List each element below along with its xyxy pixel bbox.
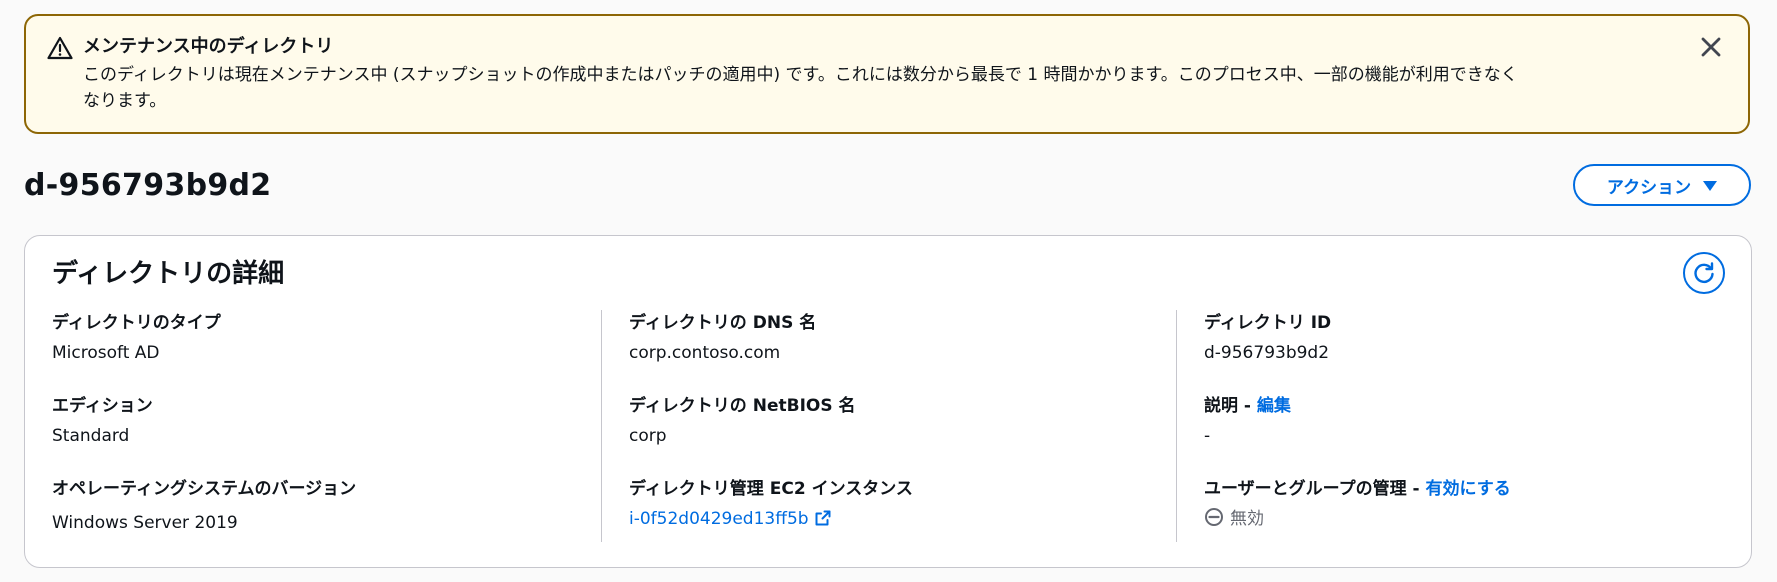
field-value: corp <box>629 426 667 446</box>
directory-type-field: ディレクトリのタイプ Microsoft AD <box>52 310 221 366</box>
details-column-1: ディレクトリのタイプ Microsoft AD エディション Standard … <box>52 310 592 542</box>
edition-field: エディション Standard <box>52 393 153 449</box>
alert-message-line: なります。 <box>83 91 167 111</box>
field-value: d-956793b9d2 <box>1204 343 1330 363</box>
details-column-3: ディレクトリ ID d-956793b9d2 説明 - 編集 - ユーザーとグル… <box>1176 310 1717 542</box>
field-label: ディレクトリ管理 EC2 インスタンス <box>629 479 913 499</box>
field-value: i-0f52d0429ed13ff5b <box>629 506 913 534</box>
description-label: 説明 - <box>1204 396 1251 416</box>
user-group-management-field: ユーザーとグループの管理 - 有効にする 無効 <box>1204 476 1511 535</box>
field-label: オペレーティングシステムのバージョン <box>52 479 357 499</box>
field-value: Windows Server 2019 <box>52 513 238 533</box>
page: メンテナンス中のディレクトリ このディレクトリは現在メンテナンス中 (スナップシ… <box>0 0 1777 582</box>
field-value: Standard <box>52 426 130 446</box>
edit-description-link[interactable]: 編集 <box>1257 396 1291 416</box>
maintenance-alert: メンテナンス中のディレクトリ このディレクトリは現在メンテナンス中 (スナップシ… <box>24 14 1750 134</box>
field-label: ディレクトリの NetBIOS 名 <box>629 396 856 416</box>
caret-down-icon <box>1703 181 1718 191</box>
close-icon[interactable] <box>1698 34 1724 60</box>
alert-message-line: このディレクトリは現在メンテナンス中 (スナップショットの作成中またはパッチの適… <box>83 65 1518 85</box>
enable-link[interactable]: 有効にする <box>1426 479 1511 499</box>
status-indicator: 無効 <box>1204 506 1511 535</box>
field-label: ディレクトリ ID <box>1204 313 1332 333</box>
alert-title: メンテナンス中のディレクトリ <box>83 36 334 57</box>
field-label: ディレクトリの DNS 名 <box>629 313 817 333</box>
field-label: 説明 - 編集 <box>1204 393 1291 419</box>
directory-id-field: ディレクトリ ID d-956793b9d2 <box>1204 310 1331 366</box>
panel-title: ディレクトリの詳細 <box>52 259 285 289</box>
external-link-icon[interactable] <box>815 508 831 534</box>
actions-button-label: アクション <box>1606 177 1692 198</box>
details-column-2: ディレクトリの DNS 名 corp.contoso.com ディレクトリの N… <box>601 310 1142 542</box>
os-version-field: オペレーティングシステムのバージョン Windows Server 2019 <box>52 476 356 536</box>
actions-button[interactable]: アクション <box>1573 164 1751 206</box>
stopped-icon <box>1204 507 1224 535</box>
directory-details-panel: ディレクトリの詳細 ディレクトリのタイプ Microsoft AD エディション… <box>24 235 1752 568</box>
user-group-management-label: ユーザーとグループの管理 - <box>1204 479 1420 499</box>
field-label: ユーザーとグループの管理 - 有効にする <box>1204 476 1511 502</box>
field-value: Microsoft AD <box>52 343 160 363</box>
description-field: 説明 - 編集 - <box>1204 393 1291 449</box>
status-text: 無効 <box>1230 509 1264 529</box>
field-label: ディレクトリのタイプ <box>52 313 221 333</box>
refresh-button[interactable] <box>1683 252 1725 294</box>
alert-message: このディレクトリは現在メンテナンス中 (スナップショットの作成中またはパッチの適… <box>83 62 1683 114</box>
warning-icon <box>47 36 73 60</box>
ec2-instance-field: ディレクトリ管理 EC2 インスタンス i-0f52d0429ed13ff5b <box>629 476 913 534</box>
ec2-instance-link[interactable]: i-0f52d0429ed13ff5b <box>629 509 809 529</box>
page-title: d-956793b9d2 <box>24 168 272 203</box>
refresh-icon <box>1694 262 1714 284</box>
field-value: - <box>1204 426 1211 446</box>
netbios-name-field: ディレクトリの NetBIOS 名 corp <box>629 393 856 449</box>
field-value: corp.contoso.com <box>629 343 781 363</box>
dns-name-field: ディレクトリの DNS 名 corp.contoso.com <box>629 310 816 366</box>
field-label: エディション <box>52 396 153 416</box>
